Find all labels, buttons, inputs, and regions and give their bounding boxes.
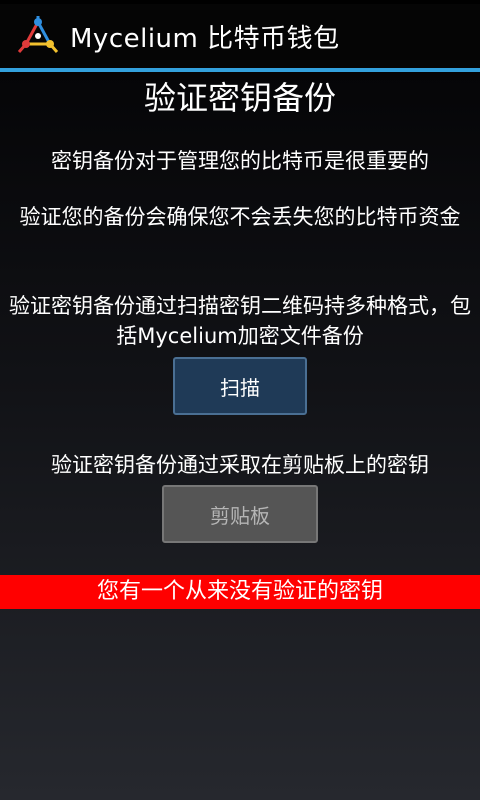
clipboard-button[interactable]: 剪贴板: [162, 485, 318, 543]
page-title: 验证密钥备份: [143, 79, 336, 117]
clipboard-instructions-text: 验证密钥备份通过采取在剪贴板上的密钥: [51, 453, 429, 477]
scan-instructions-text: 验证密钥备份通过扫描密钥二维码持多种格式，包括Mycelium加密文件备份: [9, 294, 471, 348]
mycelium-logo-icon: [17, 16, 59, 53]
verify-backup-screen: 验证密钥备份 密钥备份对于管理您的比特币是很重要的 验证您的备份会确保您不会丢失…: [0, 72, 480, 800]
backup-importance-text: 密钥备份对于管理您的比特币是很重要的: [51, 149, 429, 173]
unverified-key-warning: 您有一个从来没有验证的密钥: [0, 575, 480, 609]
verify-benefit-text: 验证您的备份会确保您不会丢失您的比特币资金: [19, 205, 461, 229]
scan-button[interactable]: 扫描: [173, 357, 307, 415]
app-title: Mycelium 比特币钱包: [70, 23, 340, 54]
action-bar: Mycelium 比特币钱包: [0, 4, 480, 68]
